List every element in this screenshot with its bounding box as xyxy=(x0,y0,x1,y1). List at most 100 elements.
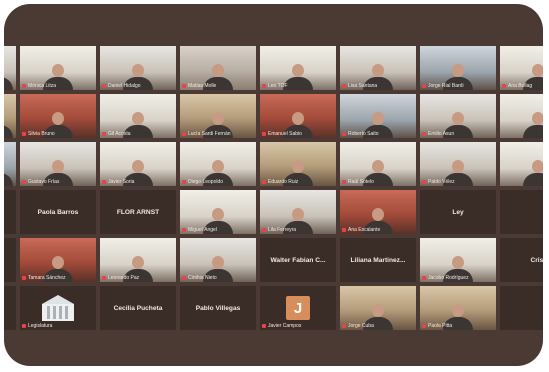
participant-tile[interactable]: Tamara Sánchez xyxy=(20,238,96,282)
participant-tile[interactable]: Leonardo Paz xyxy=(100,238,176,282)
participant-label: Raúl Sotelo xyxy=(342,179,414,185)
muted-mic-icon xyxy=(342,84,346,88)
participant-label: Leo TOF xyxy=(262,83,334,89)
participant-name: Cinthia Nieto xyxy=(188,275,217,281)
participant-tile[interactable]: Silvia Bruno xyxy=(20,94,96,138)
muted-mic-icon xyxy=(342,324,346,328)
participant-video-figure xyxy=(4,64,13,90)
participant-tile[interactable]: Walter Fabian C... xyxy=(260,238,336,282)
participant-video-figure xyxy=(4,160,13,186)
participant-label: Emilio Asun xyxy=(422,131,494,137)
muted-mic-icon xyxy=(422,276,426,280)
muted-mic-icon xyxy=(262,180,266,184)
participant-tile[interactable] xyxy=(4,286,16,330)
participant-tile[interactable]: Jacobo Rodríguez xyxy=(420,238,496,282)
participant-name: Leonardo Paz xyxy=(108,275,140,281)
participant-tile[interactable]: Daniel Hidalgo xyxy=(100,46,176,90)
participant-tile[interactable]: Raúl Sotelo xyxy=(340,142,416,186)
participant-name: Jacobo Rodríguez xyxy=(428,275,469,281)
participant-tile[interactable]: Gil Acosta xyxy=(100,94,176,138)
participant-name: Gustavo Frías xyxy=(28,179,60,185)
muted-mic-icon xyxy=(102,84,106,88)
participant-tile[interactable]: Mónica Litza xyxy=(20,46,96,90)
participant-tile[interactable] xyxy=(4,142,16,186)
muted-mic-icon xyxy=(182,180,186,184)
participant-tile[interactable] xyxy=(4,94,16,138)
participant-tile[interactable]: Ana Escalante xyxy=(340,190,416,234)
participant-video-figure xyxy=(523,112,543,138)
participant-label: Lucía Sardi Fernán xyxy=(182,131,254,137)
participant-tile[interactable]: Gustavo Frías xyxy=(20,142,96,186)
muted-mic-icon xyxy=(262,132,266,136)
participant-tile[interactable]: Miguel Ángel xyxy=(180,190,256,234)
participant-tile[interactable]: Leo TOF xyxy=(260,46,336,90)
participant-tile[interactable]: Diego Leopoldo xyxy=(180,142,256,186)
participant-tile[interactable]: Eduardo Ruiz xyxy=(260,142,336,186)
participant-tile[interactable]: Lucía Sardi Fernán xyxy=(180,94,256,138)
participant-tile[interactable]: Lila Ferreyra xyxy=(260,190,336,234)
participant-tile[interactable]: Matías Molle xyxy=(180,46,256,90)
participant-tile[interactable]: Paola Pitta xyxy=(420,286,496,330)
participant-label: Daniel Hidalgo xyxy=(102,83,174,89)
participant-label: Diego Leopoldo xyxy=(182,179,254,185)
participant-tile[interactable] xyxy=(500,142,543,186)
participant-tile[interactable] xyxy=(4,46,16,90)
participant-tile[interactable] xyxy=(500,286,543,330)
participant-video-figure xyxy=(523,160,543,186)
participant-label: Lisa Santana xyxy=(342,83,414,89)
participant-label: Paola Pitta xyxy=(422,323,494,329)
participant-name: Emanuel Sabio xyxy=(268,131,302,137)
participant-tile[interactable]: J Javier Campos xyxy=(260,286,336,330)
participant-name: Eduardo Ruiz xyxy=(268,179,299,185)
participant-name: Jorge Cuba xyxy=(348,323,374,329)
muted-mic-icon xyxy=(342,132,346,136)
participant-tile[interactable]: Cinthia Nieto xyxy=(180,238,256,282)
participant-tile[interactable]: Jorge Cuba xyxy=(340,286,416,330)
participant-tile[interactable]: bel xyxy=(4,190,16,234)
participant-label: Legislatura xyxy=(22,323,94,329)
participant-tile[interactable]: nsa xyxy=(4,238,16,282)
participant-label: Eduardo Ruiz xyxy=(262,179,334,185)
participant-tile[interactable]: Roberto Saito xyxy=(340,94,416,138)
participant-tile[interactable] xyxy=(500,190,543,234)
participant-tile[interactable]: FLOR ARNST xyxy=(100,190,176,234)
participant-name: Matías Molle xyxy=(188,83,217,89)
participant-name: Paola Pitta xyxy=(428,323,453,329)
participant-avatar: J xyxy=(286,296,310,320)
participant-tile[interactable]: Emilio Asun xyxy=(420,94,496,138)
participant-tile[interactable] xyxy=(500,94,543,138)
muted-mic-icon xyxy=(422,84,426,88)
legislature-building-image xyxy=(40,295,76,321)
participant-tile[interactable]: Pablo Vélez xyxy=(420,142,496,186)
participant-tile[interactable]: Liliana Martinez... xyxy=(340,238,416,282)
muted-mic-icon xyxy=(102,276,106,280)
participant-tile[interactable]: Ley xyxy=(420,190,496,234)
participant-tile[interactable]: Pablo Villegas xyxy=(180,286,256,330)
muted-mic-icon xyxy=(422,324,426,328)
participant-name: Lisa Santana xyxy=(348,83,378,89)
muted-mic-icon xyxy=(262,324,266,328)
participant-name: Daniel Hidalgo xyxy=(108,83,141,89)
participant-name: Mónica Litza xyxy=(28,83,57,89)
participant-tile[interactable]: Paola Barros xyxy=(20,190,96,234)
muted-mic-icon xyxy=(102,180,106,184)
participant-tile[interactable]: Crist xyxy=(500,238,543,282)
participant-tile[interactable]: Ana Bollag xyxy=(500,46,543,90)
participant-label: Leonardo Paz xyxy=(102,275,174,281)
muted-mic-icon xyxy=(22,132,26,136)
participant-name: Emilio Asun xyxy=(428,131,455,137)
participant-label: Silvia Bruno xyxy=(22,131,94,137)
participant-tile[interactable]: Emanuel Sabio xyxy=(260,94,336,138)
participant-label: Javier Soria xyxy=(102,179,174,185)
participant-tile[interactable]: Javier Soria xyxy=(100,142,176,186)
muted-mic-icon xyxy=(102,132,106,136)
participant-tile[interactable]: Jorge Rial Bardi xyxy=(420,46,496,90)
participant-tile[interactable]: Cecilia Pucheta xyxy=(100,286,176,330)
video-call-window: Mónica Litza Daniel Hidalgo Matías Molle Le… xyxy=(4,4,543,366)
participant-name: Jorge Rial Bardi xyxy=(428,83,464,89)
muted-mic-icon xyxy=(502,84,506,88)
participant-tile[interactable]: Lisa Santana xyxy=(340,46,416,90)
participant-name: Lucía Sardi Fernán xyxy=(188,131,231,137)
participant-name: Leo TOF xyxy=(268,83,288,89)
participant-tile[interactable]: Legislatura xyxy=(20,286,96,330)
